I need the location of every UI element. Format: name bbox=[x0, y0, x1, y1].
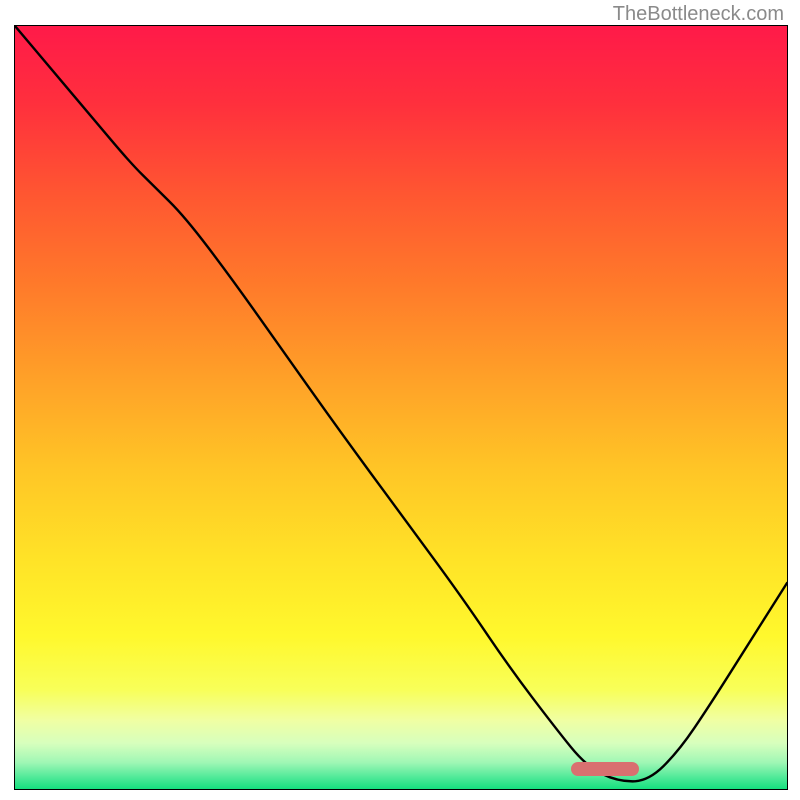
watermark-text: TheBottleneck.com bbox=[613, 3, 784, 26]
bottleneck-curve bbox=[15, 26, 787, 781]
chart-frame bbox=[14, 25, 788, 790]
optimum-marker bbox=[571, 762, 639, 776]
curve-layer bbox=[15, 26, 787, 789]
